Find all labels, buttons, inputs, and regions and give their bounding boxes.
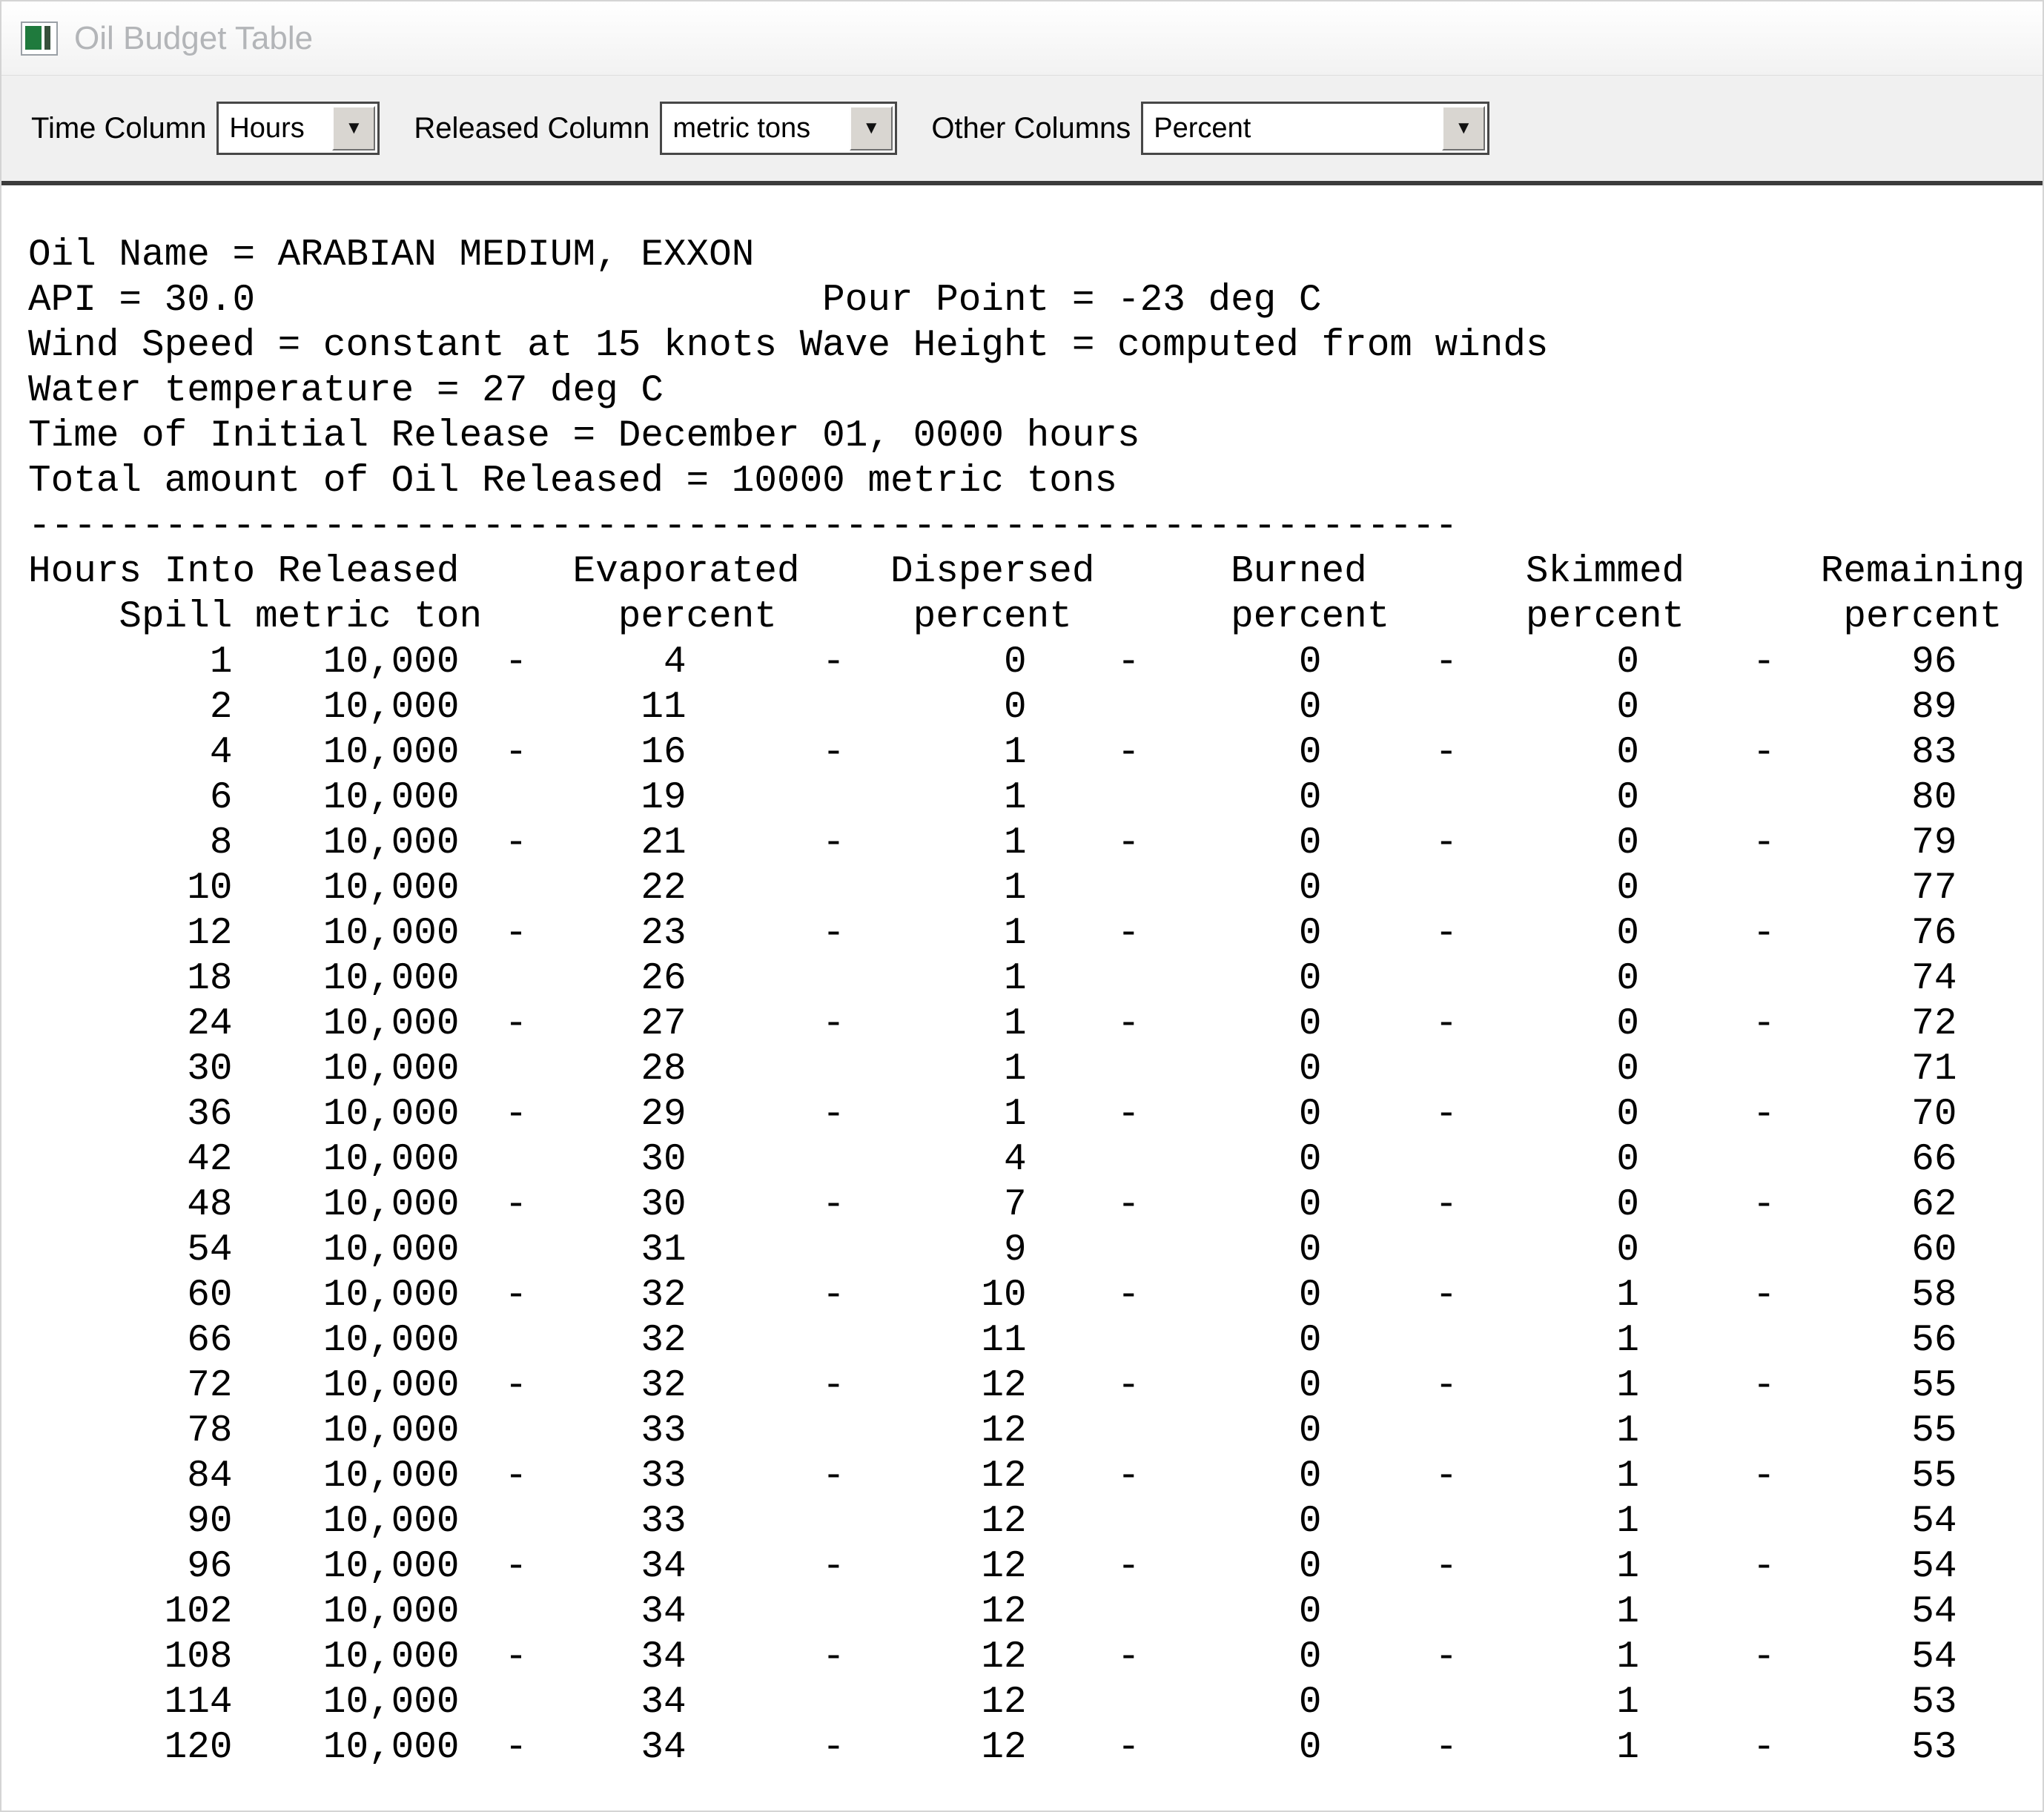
chevron-down-icon[interactable]: ▼ [850,106,893,151]
table-row: 102 10,000 34 12 0 1 54 [28,1590,2043,1635]
table-row: 2 10,000 11 0 0 0 89 [28,685,2043,730]
separator-line: ----------------------------------------… [28,504,2043,549]
table-row: 120 10,000 - 34 - 12 - 0 - 1 - 53 [28,1725,2043,1770]
app-icon [21,22,58,56]
info-line-api-pour: API = 30.0 Pour Point = -23 deg C [28,278,2043,323]
info-line-oil-name: Oil Name = ARABIAN MEDIUM, EXXON [28,233,2043,278]
other-columns-group: Other Columns Percent ▼ [931,102,1489,155]
table-row: 72 10,000 - 32 - 12 - 0 - 1 - 55 [28,1363,2043,1409]
table-row: 12 10,000 - 23 - 1 - 0 - 0 - 76 [28,911,2043,956]
toolbar: Time Column Hours ▼ Released Column metr… [1,76,2043,181]
time-column-value: Hours [219,104,330,153]
info-line-water-temp: Water temperature = 27 deg C [28,368,2043,414]
table-row: 48 10,000 - 30 - 7 - 0 - 0 - 62 [28,1183,2043,1228]
app-icon-dark-pane [44,26,50,50]
oil-budget-window: Oil Budget Table Time Column Hours ▼ Rel… [0,0,2044,1812]
time-column-label: Time Column [31,112,206,145]
chevron-down-icon[interactable]: ▼ [332,106,375,151]
table-row: 8 10,000 - 21 - 1 - 0 - 0 - 79 [28,821,2043,866]
table-header-line2: Spill metric ton percent percent percent… [28,595,2043,640]
other-columns-value: Percent [1143,104,1440,153]
info-line-wind-wave: Wind Speed = constant at 15 knots Wave H… [28,323,2043,368]
table-header-line1: Hours Into Released Evaporated Dispersed… [28,549,2043,595]
table-row: 114 10,000 34 12 0 1 53 [28,1680,2043,1725]
table-row: 6 10,000 19 1 0 0 80 [28,776,2043,821]
table-row: 90 10,000 33 12 0 1 54 [28,1499,2043,1544]
table-row: 18 10,000 26 1 0 0 74 [28,956,2043,1002]
table-row: 96 10,000 - 34 - 12 - 0 - 1 - 54 [28,1544,2043,1590]
title-bar: Oil Budget Table [1,1,2043,76]
table-row: 4 10,000 - 16 - 1 - 0 - 0 - 83 [28,730,2043,776]
released-column-group: Released Column metric tons ▼ [414,102,897,155]
table-row: 60 10,000 - 32 - 10 - 0 - 1 - 58 [28,1273,2043,1318]
table-row: 54 10,000 31 9 0 0 60 [28,1228,2043,1273]
table-row: 84 10,000 - 33 - 12 - 0 - 1 - 55 [28,1454,2043,1499]
info-line-release-time: Time of Initial Release = December 01, 0… [28,414,2043,459]
table-row: 108 10,000 - 34 - 12 - 0 - 1 - 54 [28,1635,2043,1680]
other-columns-label: Other Columns [931,112,1131,145]
budget-table: 1 10,000 - 4 - 0 - 0 - 0 - 96 2 10,000 1… [28,640,2043,1770]
table-row: 42 10,000 30 4 0 0 66 [28,1137,2043,1183]
released-column-label: Released Column [414,112,649,145]
released-column-value: metric tons [662,104,847,153]
other-columns-select[interactable]: Percent ▼ [1141,102,1489,155]
chevron-down-icon[interactable]: ▼ [1442,106,1485,151]
table-row: 10 10,000 22 1 0 0 77 [28,866,2043,911]
report-area: Oil Name = ARABIAN MEDIUM, EXXON API = 3… [1,185,2043,1811]
table-row: 78 10,000 33 12 0 1 55 [28,1409,2043,1454]
table-row: 1 10,000 - 4 - 0 - 0 - 0 - 96 [28,640,2043,685]
info-line-total-amount: Total amount of Oil Released = 10000 met… [28,459,2043,504]
table-row: 24 10,000 - 27 - 1 - 0 - 0 - 72 [28,1002,2043,1047]
time-column-group: Time Column Hours ▼ [31,102,380,155]
table-row: 30 10,000 28 1 0 0 71 [28,1047,2043,1092]
time-column-select[interactable]: Hours ▼ [216,102,380,155]
table-row: 36 10,000 - 29 - 1 - 0 - 0 - 70 [28,1092,2043,1137]
window-title: Oil Budget Table [74,20,313,57]
app-icon-green-pane [25,26,42,50]
released-column-select[interactable]: metric tons ▼ [660,102,897,155]
table-row: 66 10,000 32 11 0 1 56 [28,1318,2043,1363]
